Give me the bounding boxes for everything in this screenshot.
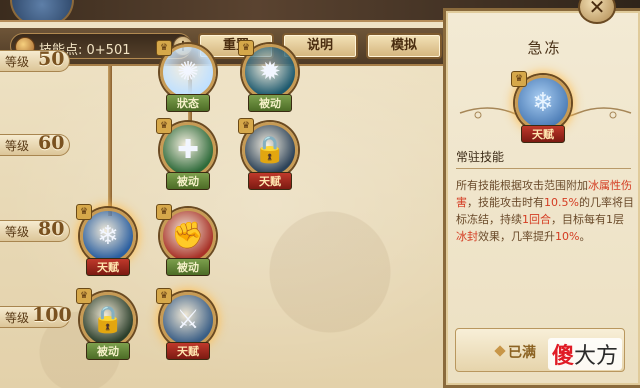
level-number: 80 (38, 218, 65, 240)
level-word: 等级 (5, 139, 30, 153)
crown-icon: ♛ (238, 118, 254, 134)
skill-tag: 被动 (248, 94, 292, 112)
desc-text: ，目标每有1层 (551, 213, 624, 226)
node-l80-b[interactable]: ✊ ♛ 被动 (156, 204, 218, 278)
crown-icon: ♛ (76, 288, 92, 304)
crown-icon: ♛ (156, 288, 172, 304)
skill-tag: 被动 (166, 172, 210, 190)
desc-highlight: 10% (555, 230, 580, 243)
desc-text: 所有技能根据攻击范围附加 (456, 179, 588, 192)
crown-icon: ♛ (156, 204, 172, 220)
watermark-text: 大方 (574, 344, 619, 369)
level-number: 60 (38, 132, 65, 154)
desc-highlight: 1回合 (522, 213, 551, 226)
node-l60-a[interactable]: ✚ ♛ 被动 (156, 118, 218, 192)
level-number: 100 (32, 304, 72, 326)
desc-highlight: 冰封 (456, 230, 478, 243)
level-number: 50 (38, 48, 65, 70)
connector-main (108, 66, 112, 216)
simulate-button[interactable]: 模拟 (366, 33, 442, 59)
skill-tag: 天赋 (248, 172, 292, 190)
desc-highlight: 10.5% (544, 196, 579, 209)
node-l100-a[interactable]: 🔒 ♛ 被动 (76, 288, 138, 362)
skill-tree-panel[interactable] (0, 20, 450, 388)
crown-icon: ♛ (156, 118, 172, 134)
skill-tag: 被动 (86, 342, 130, 360)
level-word: 等级 (5, 311, 30, 325)
level-label-80: 等级 80 (0, 216, 78, 244)
watermark-red: 傻 (552, 344, 575, 369)
crown-icon: ♛ (511, 71, 527, 87)
desc-text: 。 (579, 230, 591, 243)
crown-icon: ♛ (156, 40, 172, 56)
skill-tag: 天赋 (521, 125, 565, 143)
skill-type: 常驻技能 (456, 150, 505, 164)
skill-tag: 天赋 (86, 258, 130, 276)
node-l50-a[interactable]: ✺ ♛ 狀态 (156, 40, 218, 114)
desc-text: ，技能攻击时有 (467, 196, 544, 209)
level-label-60: 等级 60 (0, 130, 78, 158)
skill-tag: 狀态 (166, 94, 210, 112)
node-l100-b[interactable]: ⚔ ♛ 天赋 (156, 288, 218, 362)
skill-description: 所有技能根据攻击范围附加冰属性伤害，技能攻击时有10.5%的几率将目标冻结，持续… (456, 177, 634, 245)
crown-icon: ♛ (76, 204, 92, 220)
node-l50-b[interactable]: ✹ ♛ 被动 (238, 40, 300, 114)
node-l80-a[interactable]: ❄ ♛ 天赋 (76, 204, 138, 278)
skill-tag: 被动 (166, 258, 210, 276)
node-l60-b[interactable]: 🔒 ♛ 天赋 (238, 118, 300, 192)
diamond-icon (494, 345, 506, 357)
level-word: 等级 (5, 225, 30, 239)
level-word: 等级 (5, 55, 30, 69)
desc-text: 效果，几率提升 (478, 230, 555, 243)
watermark: 傻大方 (548, 338, 623, 370)
skill-title: 急冻 (527, 39, 562, 57)
crown-icon: ♛ (238, 40, 254, 56)
skill-tag: 天赋 (166, 342, 210, 360)
maxed-label: 已满 (508, 345, 536, 361)
divider (456, 168, 631, 169)
selected-skill-icon: ❄ ♛ 天赋 (511, 71, 573, 145)
level-label-100: 等级 100 (0, 302, 78, 330)
level-label-50: 等级 50 (0, 46, 78, 74)
